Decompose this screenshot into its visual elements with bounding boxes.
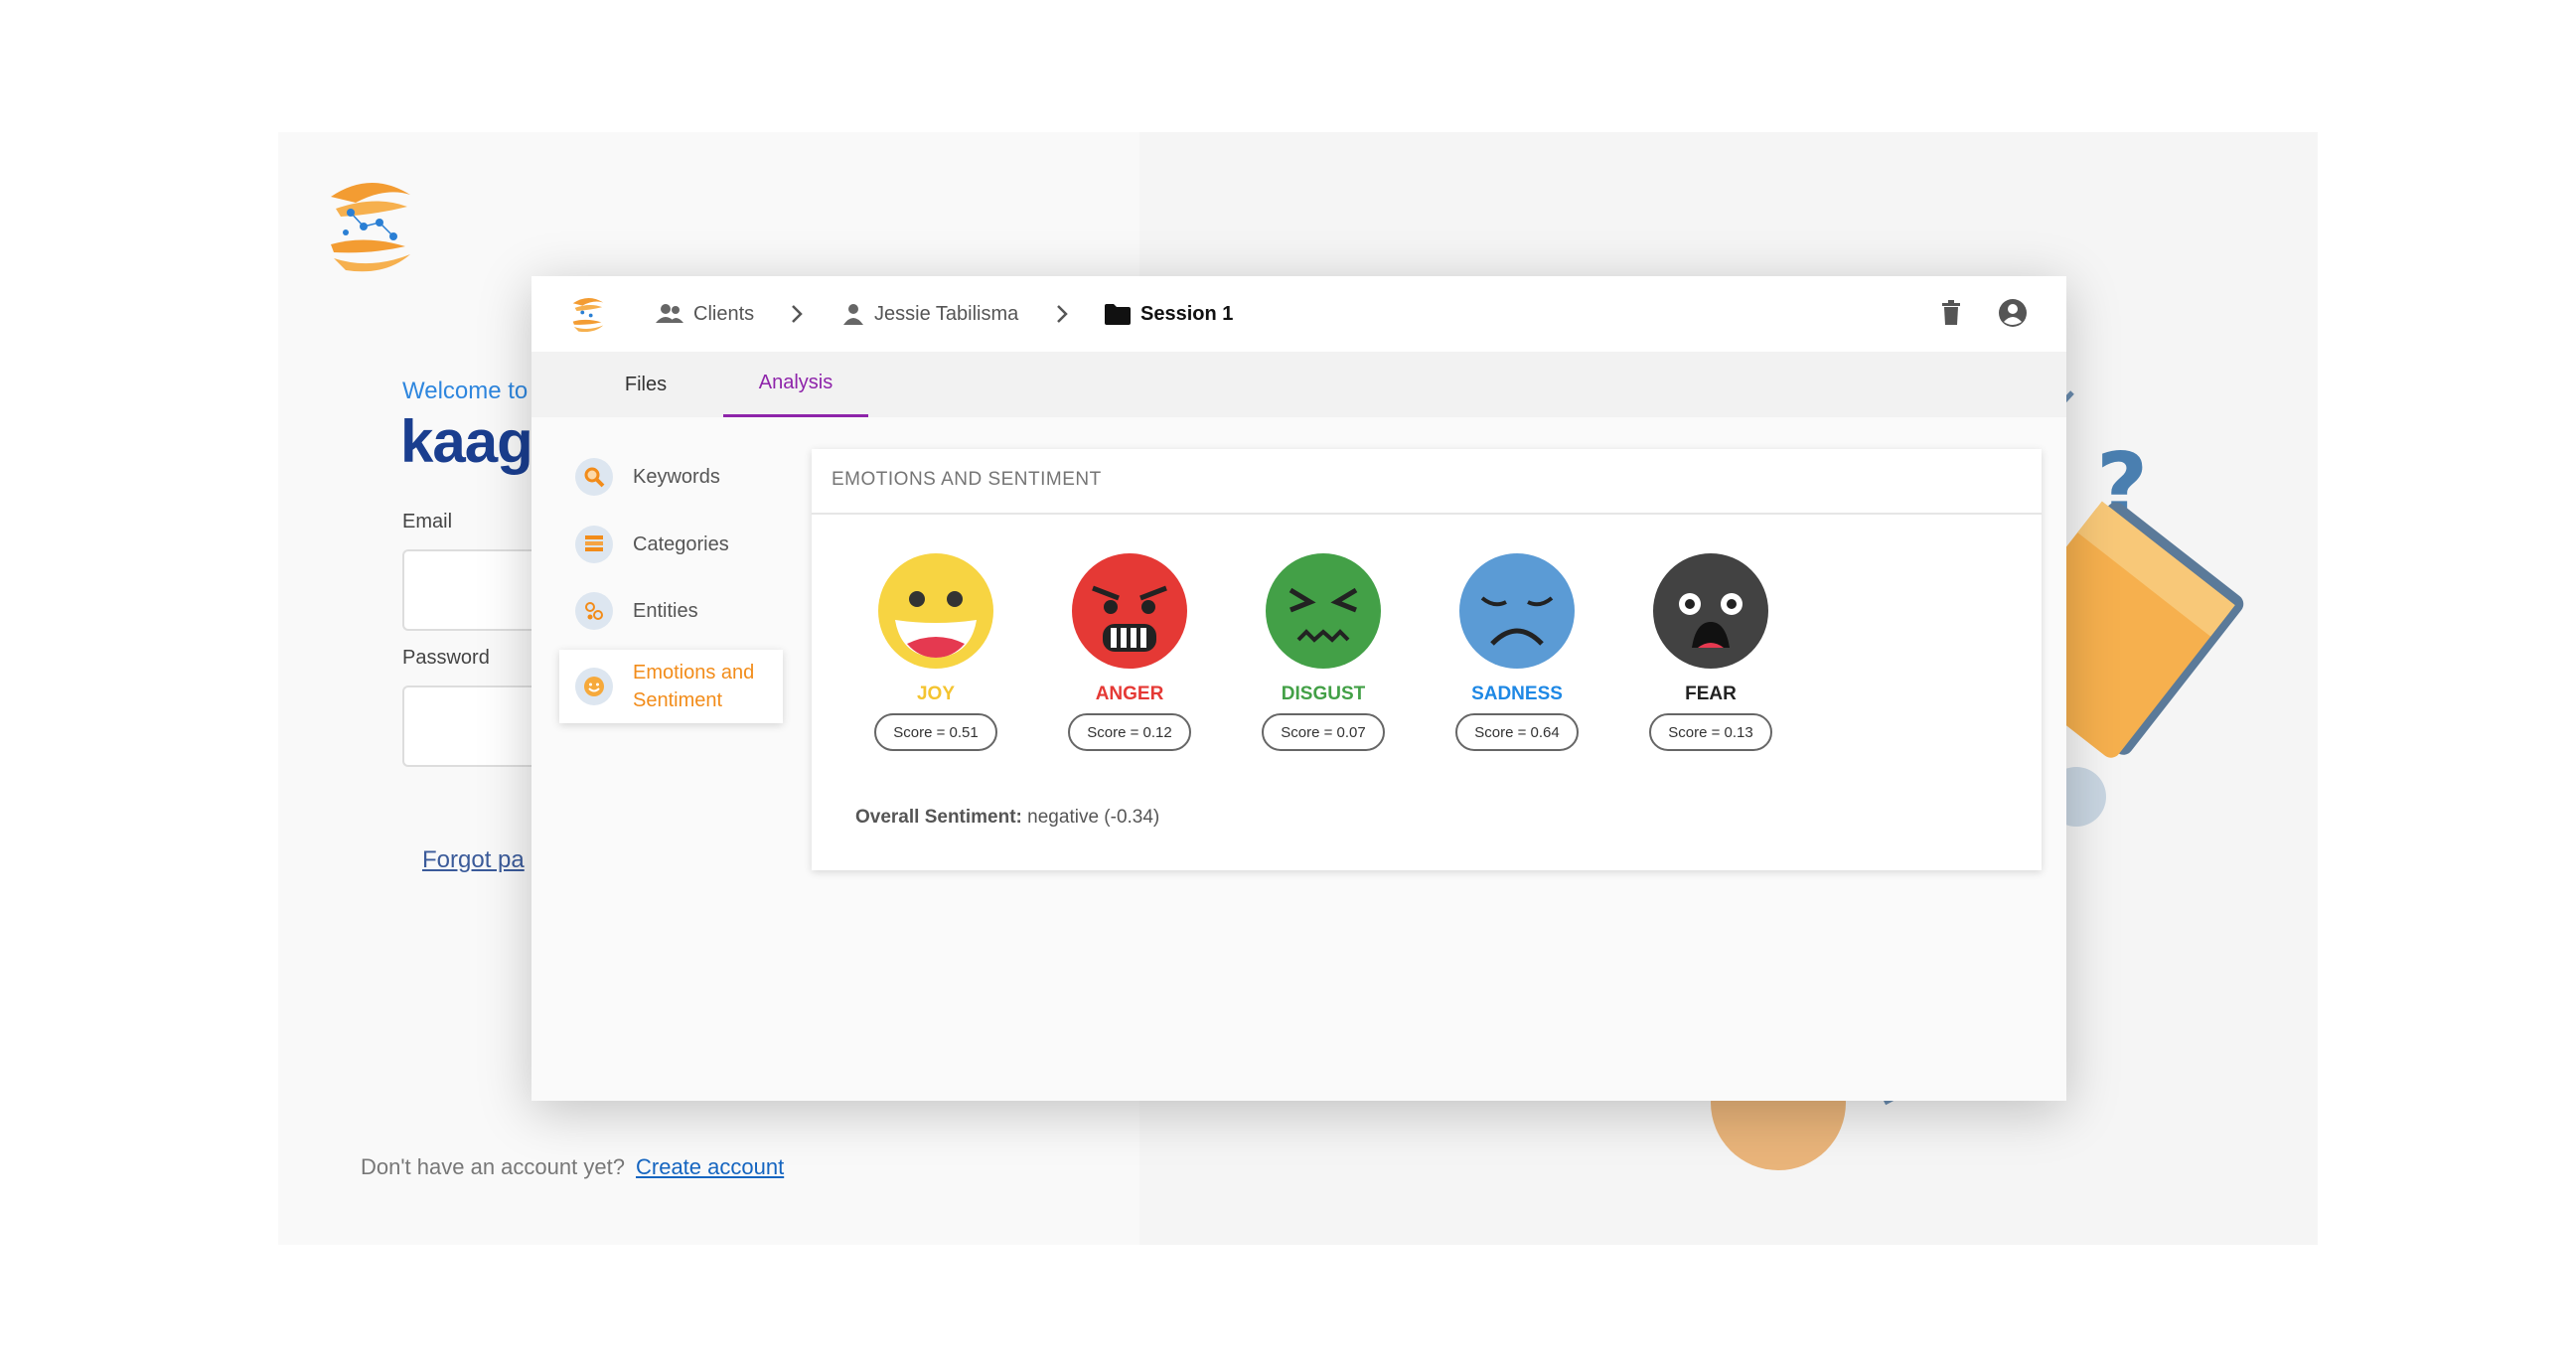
- tab-analysis[interactable]: Analysis: [723, 352, 868, 417]
- overall-sentiment-label: Overall Sentiment:: [855, 807, 1022, 828]
- trash-icon[interactable]: [1940, 300, 1962, 326]
- emotion-joy: JOY Score = 0.51: [871, 552, 1000, 751]
- person-icon: [843, 304, 863, 325]
- sidebar-item-label: Keywords: [633, 465, 720, 488]
- app-logo: [331, 182, 410, 272]
- breadcrumb-session-label: Session 1: [1140, 302, 1234, 325]
- emotion-label: FEAR: [1685, 684, 1737, 704]
- emotion-label: JOY: [916, 684, 956, 704]
- score-badge: Score = 0.64: [1455, 713, 1579, 751]
- entities-icon: [575, 592, 613, 630]
- email-label: Email: [402, 511, 453, 532]
- sidebar-item-label: Emotions and Sentiment: [633, 662, 755, 711]
- score-badge: Score = 0.07: [1262, 713, 1385, 751]
- chevron-right-icon: [792, 305, 803, 323]
- sidebar-item-label: Categories: [633, 532, 729, 555]
- session-window: Clients Jessie Tabilisma Session 1 Files…: [531, 276, 2066, 1101]
- emotion-disgust: DISGUST Score = 0.07: [1259, 552, 1388, 751]
- sidebar-item-entities[interactable]: Entities: [559, 579, 783, 643]
- anger-face-icon: [1072, 553, 1187, 669]
- emotion-label: SADNESS: [1471, 684, 1563, 704]
- emotion-fear: FEAR Score = 0.13: [1646, 552, 1775, 751]
- forgot-password-link[interactable]: Forgot pa: [422, 846, 525, 874]
- password-field[interactable]: [402, 685, 541, 767]
- email-field[interactable]: [402, 549, 541, 631]
- breadcrumb-session[interactable]: Session 1: [1105, 276, 1233, 352]
- sidebar-item-label: Entities: [633, 599, 698, 622]
- card-title: EMOTIONS AND SENTIMENT: [832, 469, 1102, 490]
- account-circle-icon[interactable]: [1998, 298, 2028, 328]
- create-account-link[interactable]: Create account: [636, 1154, 784, 1180]
- emotion-label: ANGER: [1095, 684, 1164, 704]
- sadness-face-icon: [1459, 553, 1575, 669]
- welcome-text: Welcome to: [402, 378, 529, 404]
- emotion-anger: ANGER Score = 0.12: [1065, 552, 1194, 751]
- score-badge: Score = 0.12: [1068, 713, 1191, 751]
- breadcrumb-clients[interactable]: Clients: [656, 276, 754, 352]
- smiley-icon: [575, 668, 613, 705]
- breadcrumb-clients-label: Clients: [693, 302, 755, 325]
- password-label: Password: [402, 647, 490, 669]
- magnifier-icon: [575, 458, 613, 496]
- disgust-face-icon: [1266, 553, 1381, 669]
- app-logo-small[interactable]: [567, 294, 609, 334]
- emotions-card: EMOTIONS AND SENTIMENT JOY Score = 0.51: [812, 449, 2042, 870]
- sidebar-item-emotions[interactable]: Emotions and Sentiment: [559, 650, 783, 723]
- people-icon: [656, 304, 683, 323]
- emotion-label: DISGUST: [1281, 684, 1366, 704]
- chevron-right-icon: [1057, 305, 1068, 323]
- sidebar-item-keywords[interactable]: Keywords: [559, 445, 783, 509]
- sidebar-item-categories[interactable]: Categories: [559, 513, 783, 576]
- score-badge: Score = 0.51: [874, 713, 997, 751]
- folder-icon: [1105, 304, 1131, 325]
- breadcrumb-person[interactable]: Jessie Tabilisma: [842, 276, 1018, 352]
- no-account-text: Don't have an account yet?: [361, 1154, 625, 1179]
- tab-files[interactable]: Files: [571, 352, 720, 417]
- overall-sentiment-value: negative (-0.34): [1027, 807, 1160, 828]
- divider: [812, 513, 2042, 515]
- breadcrumb-person-label: Jessie Tabilisma: [874, 302, 1019, 325]
- joy-face-icon: [878, 553, 993, 669]
- top-bar: Clients Jessie Tabilisma Session 1: [531, 276, 2066, 352]
- fear-face-icon: [1653, 553, 1768, 669]
- overall-sentiment: Overall Sentiment: negative (-0.34): [855, 807, 1159, 829]
- emotion-sadness: SADNESS Score = 0.64: [1452, 552, 1582, 751]
- stack-icon: [575, 526, 613, 563]
- score-badge: Score = 0.13: [1649, 713, 1772, 751]
- tab-bar: Files Analysis: [531, 352, 2066, 417]
